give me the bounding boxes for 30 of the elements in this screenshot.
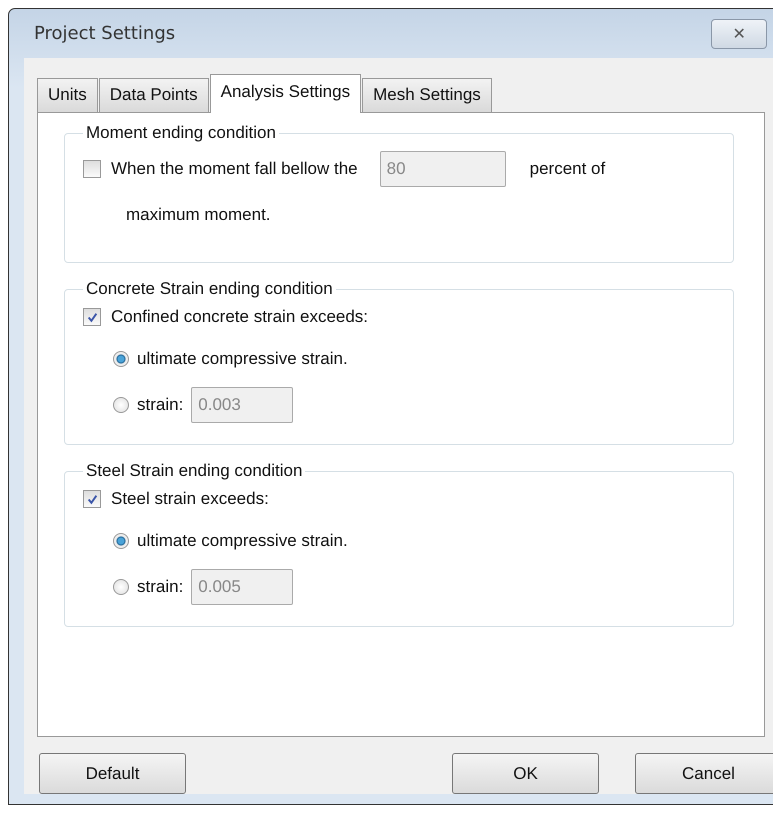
- radio-label: ultimate compressive strain.: [137, 349, 348, 369]
- dialog-button[interactable]: Cancel: [635, 753, 773, 794]
- radio-button[interactable]: [113, 533, 129, 549]
- dialog-button[interactable]: Default: [39, 753, 186, 794]
- check-icon: [86, 494, 98, 504]
- checkbox[interactable]: [83, 308, 101, 326]
- radio-button[interactable]: [113, 579, 129, 595]
- window-title: Project Settings: [34, 23, 176, 44]
- tab[interactable]: Mesh Settings: [362, 78, 492, 112]
- field-label: percent of: [530, 159, 606, 179]
- label-continuation: maximum moment.: [126, 205, 272, 225]
- checkbox-label: When the moment fall bellow the: [111, 159, 358, 179]
- radio-button[interactable]: [113, 397, 129, 413]
- radio-label: ultimate compressive strain.: [137, 531, 348, 551]
- group-title: Concrete Strain ending condition: [85, 279, 334, 299]
- tab[interactable]: Units: [37, 78, 98, 112]
- radio-button[interactable]: [113, 351, 129, 367]
- checkbox[interactable]: [83, 490, 101, 508]
- tab[interactable]: Analysis Settings: [210, 74, 362, 113]
- check-icon: [86, 312, 98, 322]
- checkbox-label: Confined concrete strain exceeds:: [111, 307, 368, 327]
- radio-label: strain:: [137, 577, 184, 597]
- radio-label: strain:: [137, 395, 184, 415]
- tab[interactable]: Data Points: [98, 78, 209, 112]
- group-title: Moment ending condition: [85, 123, 277, 143]
- checkbox[interactable]: [83, 160, 101, 178]
- close-button[interactable]: ✕: [711, 18, 767, 48]
- group-title: Steel Strain ending condition: [85, 461, 304, 481]
- checkbox-label: Steel strain exceeds:: [111, 489, 269, 509]
- dialog-button[interactable]: OK: [452, 753, 599, 794]
